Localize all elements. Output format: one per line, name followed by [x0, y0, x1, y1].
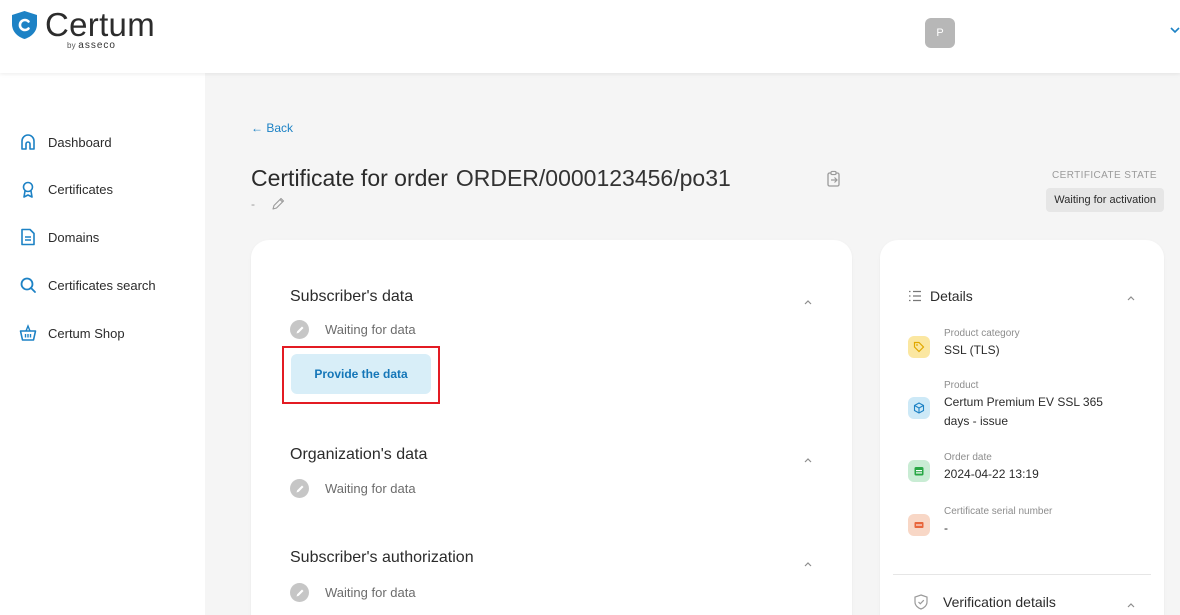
detail-label: Product category — [944, 328, 1020, 339]
copy-icon[interactable] — [826, 170, 842, 188]
pencil-status-icon — [290, 479, 309, 498]
sidebar-item-certificates[interactable]: Certificates — [19, 180, 113, 198]
divider — [893, 574, 1151, 575]
section-title-organization-data: Organization's data — [290, 446, 428, 463]
detail-value: - — [944, 521, 948, 535]
detail-label: Product — [944, 380, 979, 391]
status-badge: Waiting for activation — [1046, 188, 1164, 212]
detail-label: Certificate serial number — [944, 506, 1053, 517]
sidebar-item-certificates-search[interactable]: Certificates search — [19, 276, 156, 294]
page-title-prefix: Certificate for order — [251, 165, 448, 191]
pencil-icon[interactable] — [271, 197, 285, 211]
chevron-up-icon[interactable] — [803, 298, 813, 306]
calendar-icon — [908, 460, 930, 482]
serial-icon — [908, 514, 930, 536]
sidebar-item-label: Dashboard — [48, 134, 112, 150]
verification-details-header[interactable]: Verification details — [913, 594, 1056, 610]
details-title: Details — [930, 288, 973, 304]
chevron-down-icon[interactable] — [1170, 22, 1180, 38]
certum-logo[interactable]: Certum by asseco — [12, 8, 155, 51]
section-title-subscriber-data: Subscriber's data — [290, 288, 414, 305]
chevron-up-icon[interactable] — [803, 456, 813, 464]
sidebar-item-label: Certificates search — [48, 277, 156, 293]
cube-icon — [908, 397, 930, 419]
chevron-up-icon[interactable] — [803, 560, 813, 568]
order-number: ORDER/0000123456/po31 — [455, 165, 731, 191]
brand-by: by — [67, 41, 76, 50]
home-icon — [21, 134, 35, 150]
section-status-subscriber-authorization: Waiting for data — [290, 583, 416, 602]
back-link[interactable]: ← Back — [251, 121, 293, 135]
verification-details-title: Verification details — [943, 594, 1056, 610]
sidebar: Dashboard Certificates Domains Certifica… — [0, 73, 205, 615]
tag-icon — [908, 336, 930, 358]
detail-value: Certum Premium EV SSL 365 days - issue — [944, 395, 1103, 428]
brand-name: Certum — [45, 6, 155, 43]
search-icon — [20, 277, 36, 293]
detail-value: SSL (TLS) — [944, 343, 1000, 357]
sidebar-item-certum-shop[interactable]: Certum Shop — [19, 324, 125, 342]
order-subtitle: - — [251, 197, 285, 211]
detail-value: 2024-04-22 13:19 — [944, 467, 1039, 481]
section-title-subscriber-authorization: Subscriber's authorization — [290, 549, 474, 566]
pencil-status-icon — [290, 583, 309, 602]
sidebar-item-dashboard[interactable]: Dashboard — [19, 133, 112, 151]
status-text: Waiting for data — [325, 322, 416, 337]
award-icon — [22, 181, 34, 198]
chevron-up-icon[interactable] — [1126, 294, 1136, 302]
section-status-organization-data: Waiting for data — [290, 479, 416, 498]
certificate-sections-card: Subscriber's data Waiting for data Provi… — [251, 240, 852, 615]
shield-check-icon — [914, 594, 928, 610]
sidebar-item-label: Domains — [48, 229, 100, 245]
section-status-subscriber-data: Waiting for data — [290, 320, 416, 339]
chevron-up-icon[interactable] — [1126, 601, 1136, 609]
provide-data-button[interactable]: Provide the data — [291, 354, 431, 394]
status-text: Waiting for data — [325, 585, 416, 600]
brand-parent-name: asseco — [78, 40, 116, 51]
detail-label: Order date — [944, 452, 992, 463]
sidebar-item-label: Certum Shop — [48, 325, 125, 341]
details-card: Details Product category SSL (TLS) Produ… — [880, 240, 1164, 615]
basket-icon — [19, 324, 37, 341]
shield-logo-icon — [12, 11, 37, 39]
top-header: Certum by asseco P — [0, 0, 1180, 73]
details-header[interactable]: Details — [908, 288, 973, 304]
sidebar-item-domains[interactable]: Domains — [19, 228, 99, 246]
list-icon — [909, 290, 921, 302]
page-title: Certificate for order ORDER/0000123456/po… — [251, 165, 731, 192]
sidebar-item-label: Certificates — [48, 181, 114, 197]
status-text: Waiting for data — [325, 481, 416, 496]
user-avatar[interactable]: P — [925, 18, 955, 48]
pencil-status-icon — [290, 320, 309, 339]
order-subtitle-text: - — [251, 197, 255, 211]
document-icon — [21, 228, 35, 246]
certificate-state-label: CERTIFICATE STATE — [1052, 170, 1157, 181]
